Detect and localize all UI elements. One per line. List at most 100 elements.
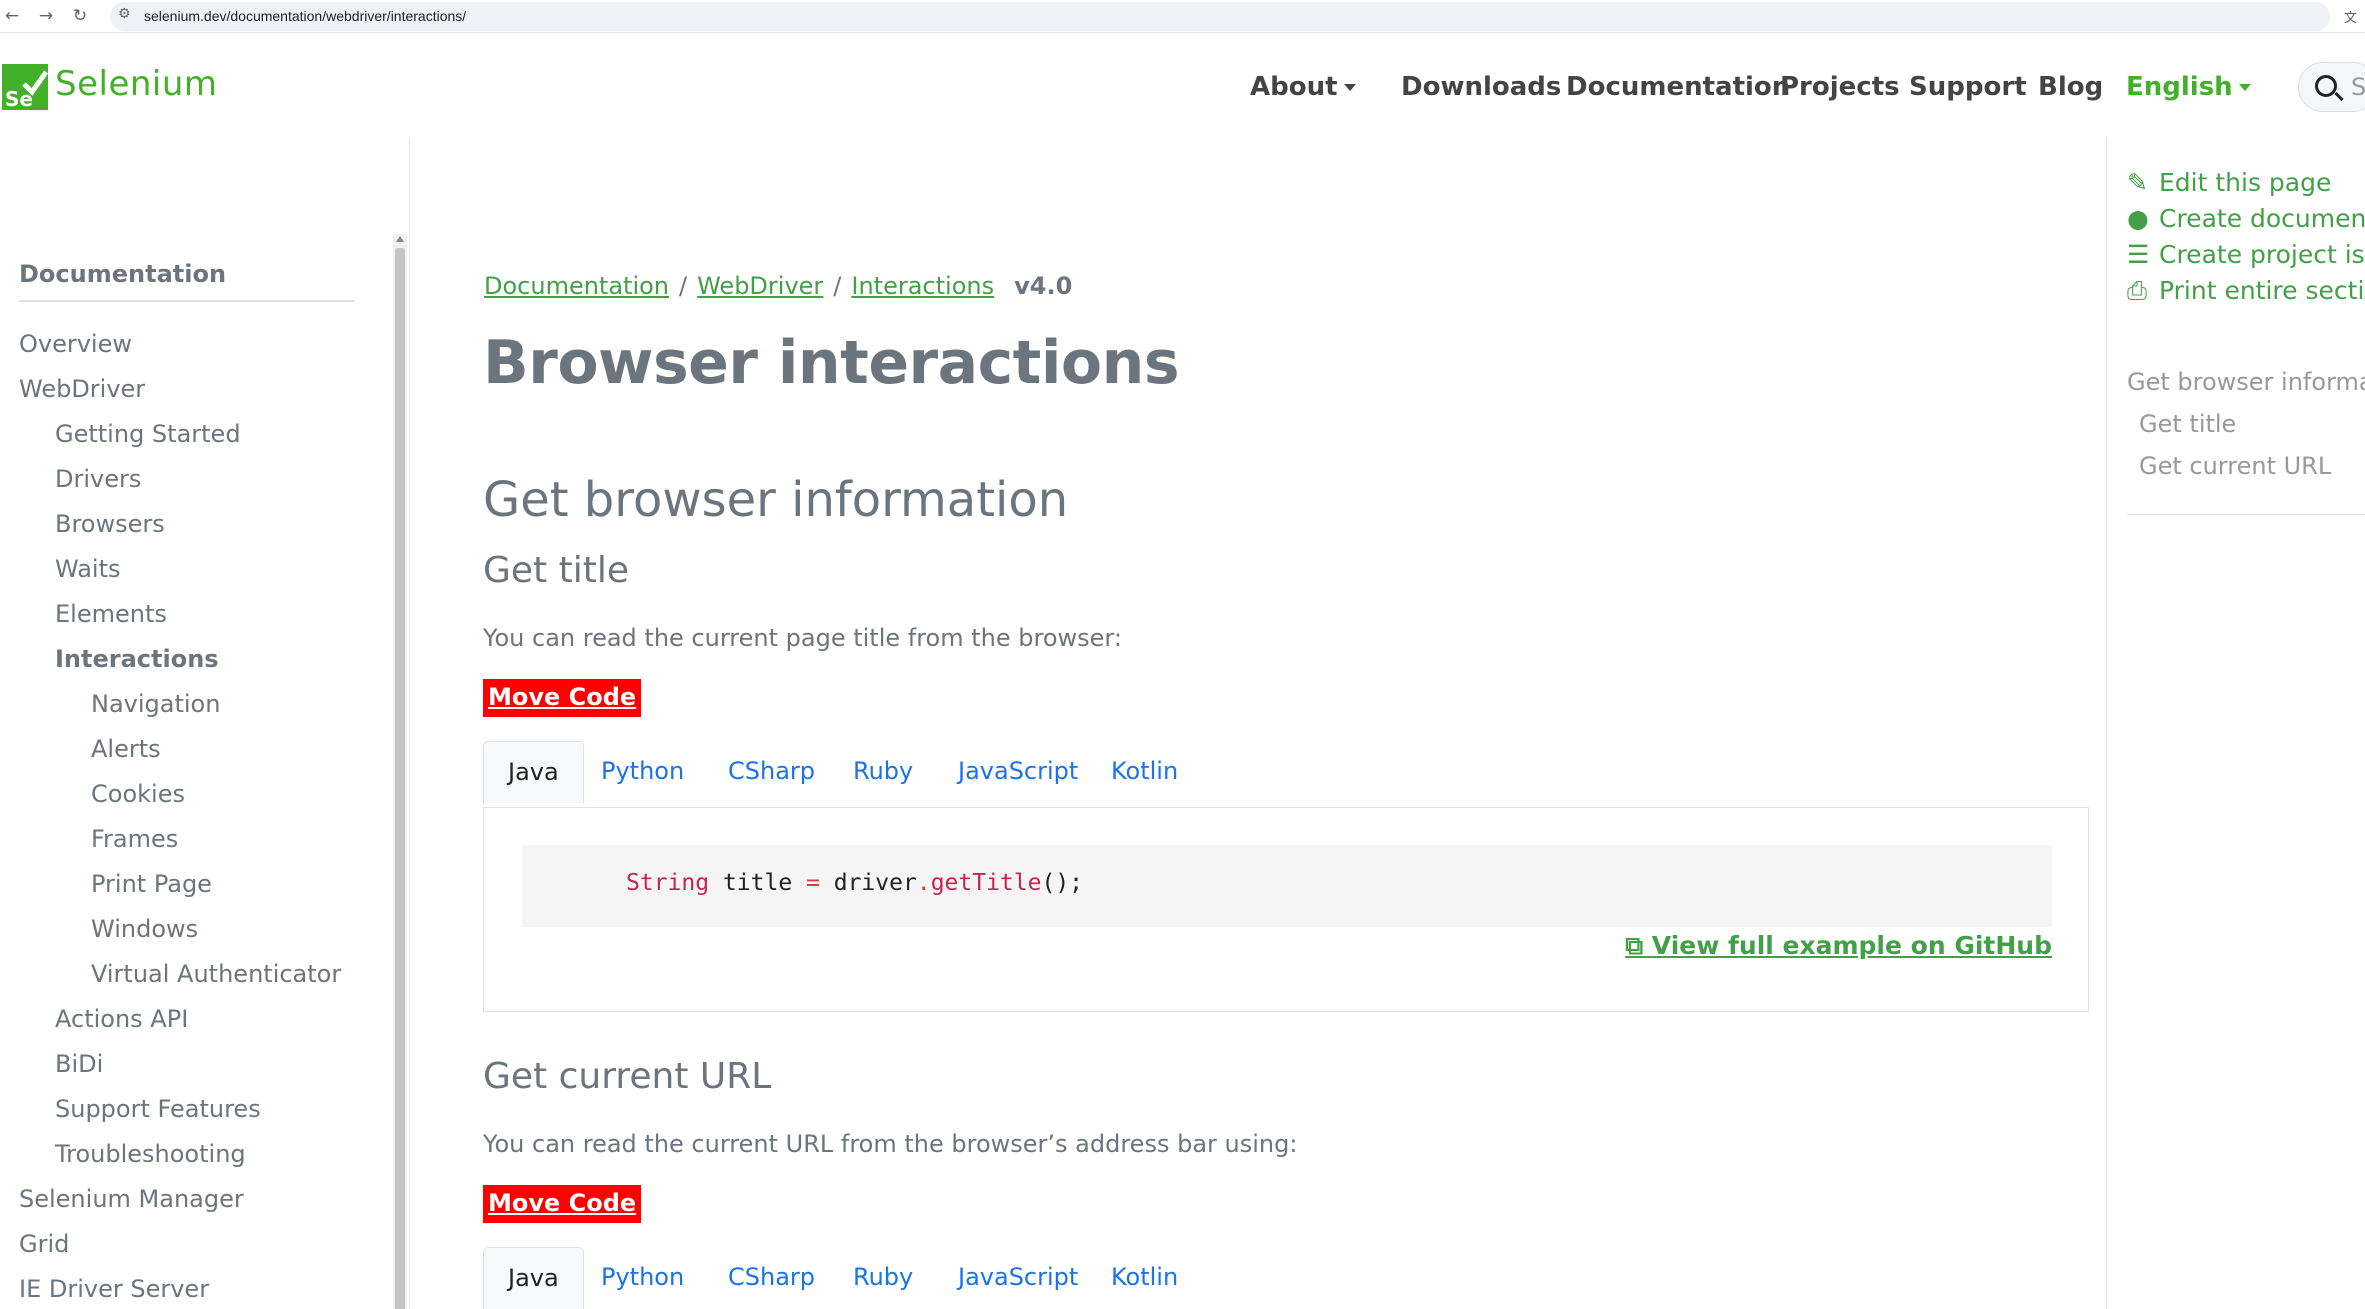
- tab-kotlin[interactable]: Kotlin: [1111, 1247, 1178, 1309]
- breadcrumb-webdriver[interactable]: WebDriver: [697, 272, 823, 300]
- sidebar: Documentation Overview WebDriver Getting…: [0, 138, 410, 1309]
- sidebar-item-windows[interactable]: Windows: [91, 915, 198, 943]
- version-label: v4.0: [1014, 272, 1073, 300]
- code-method: getTitle: [930, 870, 1042, 896]
- section-heading-browser-info: Get browser information: [483, 472, 1069, 528]
- scrollbar-thumb[interactable]: [395, 248, 405, 1309]
- code-dot: .: [916, 870, 931, 896]
- sidebar-item-elements[interactable]: Elements: [55, 600, 167, 628]
- sidebar-item-virtual-authenticator[interactable]: Virtual Authenticator: [91, 960, 341, 988]
- nav-projects[interactable]: Projects: [1780, 72, 1900, 102]
- print-section-label: Print entire section: [2159, 276, 2365, 305]
- sidebar-item-grid[interactable]: Grid: [19, 1230, 69, 1258]
- search-input[interactable]: S: [2298, 62, 2365, 112]
- edit-icon: ✎: [2127, 168, 2148, 197]
- sidebar-item-ie-driver-server[interactable]: IE Driver Server: [19, 1275, 209, 1303]
- external-link-icon: ⧉: [1625, 931, 1644, 960]
- reload-icon[interactable]: ↻: [68, 4, 92, 28]
- toc-item-get-current-url[interactable]: Get current URL: [2139, 452, 2331, 480]
- breadcrumb-separator: /: [833, 272, 842, 300]
- scroll-up-icon[interactable]: [396, 236, 404, 242]
- create-project-issue-label: Create project issue: [2159, 240, 2365, 269]
- code-type: String: [626, 870, 710, 896]
- tab-ruby[interactable]: Ruby: [853, 741, 913, 804]
- code-block[interactable]: String title = driver.getTitle();: [522, 845, 2052, 927]
- back-icon[interactable]: ←: [0, 4, 24, 28]
- breadcrumb-separator: /: [679, 272, 688, 300]
- forward-icon[interactable]: →: [34, 4, 58, 28]
- nav-support[interactable]: Support: [1909, 72, 2027, 102]
- sidebar-item-troubleshooting[interactable]: Troubleshooting: [55, 1140, 246, 1168]
- sidebar-item-getting-started[interactable]: Getting Started: [55, 420, 241, 448]
- tab-csharp[interactable]: CSharp: [728, 741, 815, 804]
- tab-ruby[interactable]: Ruby: [853, 1247, 913, 1309]
- tab-java[interactable]: Java: [483, 741, 584, 804]
- sidebar-scrollbar[interactable]: [393, 234, 407, 1309]
- tab-javascript[interactable]: JavaScript: [958, 741, 1078, 804]
- language-tabs: Java Python CSharp Ruby JavaScript Kotli…: [483, 1247, 2089, 1309]
- breadcrumb-interactions[interactable]: Interactions: [851, 272, 994, 300]
- move-code-button[interactable]: Move Code: [483, 1185, 642, 1223]
- print-icon: ⎙: [2127, 276, 2148, 305]
- browser-toolbar: ← → ↻ ⚙ selenium.dev/documentation/webdr…: [0, 0, 2365, 33]
- print-section-link[interactable]: ⎙ Print entire section: [2127, 276, 2365, 306]
- sidebar-title[interactable]: Documentation: [19, 260, 226, 288]
- sidebar-item-frames[interactable]: Frames: [91, 825, 178, 853]
- brand-name[interactable]: Selenium: [55, 64, 218, 104]
- code-operator: =: [806, 870, 820, 896]
- tab-python[interactable]: Python: [601, 1247, 684, 1309]
- tab-javascript[interactable]: JavaScript: [958, 1247, 1078, 1309]
- sidebar-item-webdriver[interactable]: WebDriver: [19, 375, 145, 403]
- chevron-down-icon: [1343, 84, 1356, 91]
- subheading-get-current-url: Get current URL: [483, 1056, 772, 1097]
- sidebar-item-print-page[interactable]: Print Page: [91, 870, 212, 898]
- page-title: Browser interactions: [483, 328, 1180, 398]
- sidebar-item-cookies[interactable]: Cookies: [91, 780, 185, 808]
- toc-item-browser-info[interactable]: Get browser informatio: [2127, 368, 2365, 396]
- nav-blog[interactable]: Blog: [2038, 72, 2103, 102]
- sidebar-item-drivers[interactable]: Drivers: [55, 465, 141, 493]
- paragraph-get-current-url: You can read the current URL from the br…: [483, 1130, 1298, 1158]
- toc-divider: [2127, 514, 2365, 515]
- nav-about[interactable]: About: [1250, 72, 1356, 102]
- language-tabs: Java Python CSharp Ruby JavaScript Kotli…: [483, 741, 2089, 804]
- sidebar-item-browsers[interactable]: Browsers: [55, 510, 165, 538]
- sidebar-item-waits[interactable]: Waits: [55, 555, 120, 583]
- github-icon: ●: [2127, 204, 2149, 233]
- tab-kotlin[interactable]: Kotlin: [1111, 741, 1178, 804]
- paragraph-get-title: You can read the current page title from…: [483, 624, 1122, 652]
- sidebar-item-overview[interactable]: Overview: [19, 330, 132, 358]
- sidebar-item-alerts[interactable]: Alerts: [91, 735, 161, 763]
- address-bar[interactable]: ⚙ selenium.dev/documentation/webdriver/i…: [110, 2, 2330, 31]
- github-example-link[interactable]: ⧉ View full example on GitHub: [1625, 931, 2052, 961]
- create-doc-issue-link[interactable]: ● Create documentat: [2127, 204, 2365, 233]
- breadcrumb-documentation[interactable]: Documentation: [484, 272, 669, 300]
- sidebar-item-interactions[interactable]: Interactions: [55, 645, 219, 673]
- chevron-down-icon: [2238, 84, 2251, 91]
- translate-icon[interactable]: 文: [2344, 7, 2357, 26]
- address-url[interactable]: selenium.dev/documentation/webdriver/int…: [144, 8, 466, 24]
- tab-java[interactable]: Java: [483, 1247, 584, 1309]
- create-project-issue-link[interactable]: ☰ Create project issue: [2127, 240, 2365, 269]
- nav-language-label: English: [2126, 72, 2233, 102]
- edit-page-link[interactable]: ✎ Edit this page: [2127, 168, 2331, 197]
- nav-downloads[interactable]: Downloads: [1401, 72, 1561, 102]
- subheading-get-title: Get title: [483, 550, 629, 591]
- tab-python[interactable]: Python: [601, 741, 684, 804]
- tab-csharp[interactable]: CSharp: [728, 1247, 815, 1309]
- site-settings-icon[interactable]: ⚙: [118, 6, 131, 22]
- code-var: title: [709, 870, 807, 896]
- edit-page-label: Edit this page: [2159, 168, 2332, 197]
- nav-language[interactable]: English: [2126, 72, 2251, 102]
- right-sidebar: ✎ Edit this page ● Create documentat ☰ Crea…: [2106, 138, 2365, 1309]
- nav-documentation[interactable]: Documentation: [1566, 72, 1790, 102]
- sidebar-item-navigation[interactable]: Navigation: [91, 690, 220, 718]
- sidebar-item-support-features[interactable]: Support Features: [55, 1095, 261, 1123]
- toc-item-get-title[interactable]: Get title: [2139, 410, 2236, 438]
- move-code-button[interactable]: Move Code: [483, 679, 642, 717]
- sidebar-item-actions-api[interactable]: Actions API: [55, 1005, 188, 1033]
- selenium-logo-icon[interactable]: Se: [2, 64, 48, 110]
- sidebar-item-selenium-manager[interactable]: Selenium Manager: [19, 1185, 244, 1213]
- sidebar-item-bidi[interactable]: BiDi: [55, 1050, 103, 1078]
- sidebar-divider: [19, 300, 355, 302]
